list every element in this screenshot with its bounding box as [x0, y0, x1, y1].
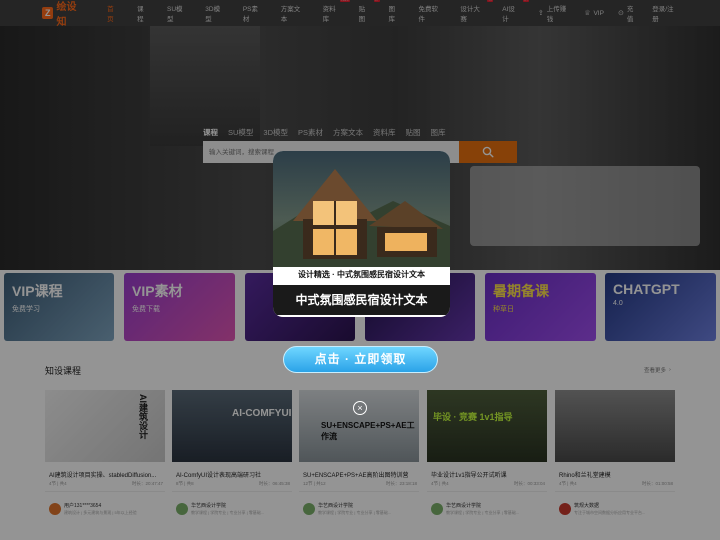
house-illustration [273, 169, 450, 267]
popup-subtitle: 设计精选 · 中式氛围感民宿设计文本 [297, 270, 426, 279]
claim-button[interactable]: 点击 · 立即领取 [283, 346, 438, 373]
popup-image [273, 151, 450, 267]
page: Z 绘设知 首页 课程 SU模型 3D模型 PS素材 方案文本 资料库免费 贴图… [0, 0, 720, 540]
close-icon[interactable]: × [353, 401, 367, 415]
popup-title: 中式氛围感民宿设计文本 [273, 285, 450, 315]
promo-popup[interactable]: 设计精选 · 中式氛围感民宿设计文本 中式氛围感民宿设计文本 [273, 151, 450, 317]
